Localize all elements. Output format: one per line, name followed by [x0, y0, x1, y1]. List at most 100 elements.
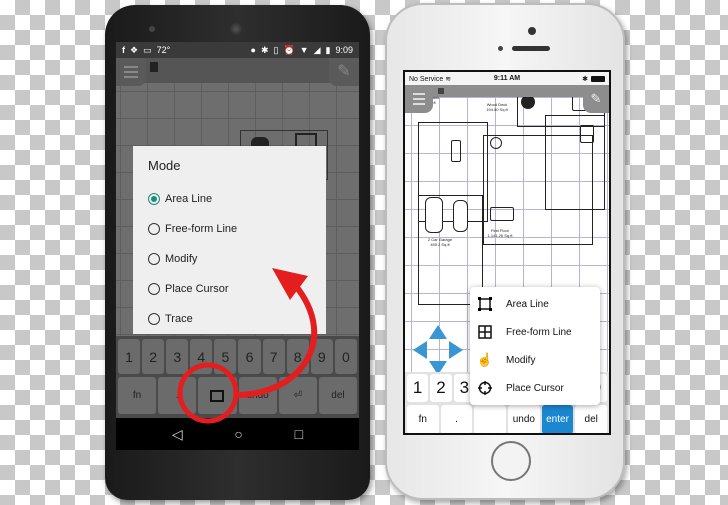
- pen-icon: ✎: [337, 63, 351, 80]
- alarm-icon: ⏰: [283, 44, 295, 55]
- area-line-icon: [477, 296, 493, 312]
- undo-key[interactable]: undo: [508, 405, 540, 433]
- fn-key[interactable]: fn: [118, 377, 157, 414]
- dropbox-icon: ❖: [130, 44, 139, 55]
- screen-icon: ▭: [143, 44, 152, 55]
- garage-label: 2 Car Garage 455.2 Sq.ft: [427, 237, 453, 247]
- nav-bar: ◁ ○ □: [116, 418, 359, 450]
- enter-key[interactable]: ⏎: [278, 377, 317, 414]
- sofa-symbol: [451, 140, 461, 162]
- option-label: Area Line: [165, 193, 213, 205]
- item-label: Modify: [506, 354, 536, 366]
- del-key[interactable]: del: [318, 377, 358, 414]
- mode-option-free-form-line[interactable]: Free-form Line: [148, 214, 311, 244]
- mode-item-place-cursor[interactable]: Place Cursor: [470, 374, 600, 402]
- menu-button[interactable]: [405, 85, 433, 113]
- key-1[interactable]: 1: [118, 339, 141, 374]
- iphone: Concrete Patio89.75 Sq.ft Wood Deck194.5…: [385, 3, 625, 500]
- key-4[interactable]: 4: [190, 339, 213, 374]
- car-symbol: [453, 200, 468, 232]
- cursor-arrows: [413, 325, 463, 375]
- mode-option-area-line[interactable]: Area Line: [148, 184, 311, 214]
- facebook-icon: f: [122, 45, 125, 55]
- radio-button[interactable]: [148, 253, 160, 265]
- undo-key[interactable]: undo: [238, 377, 277, 414]
- mode-dialog: Mode Area Line Free-form Line Modify Pla…: [133, 146, 326, 334]
- option-label: Place Cursor: [165, 283, 229, 295]
- key-6[interactable]: 6: [238, 339, 261, 374]
- radio-button[interactable]: [148, 283, 160, 295]
- iphone-screen: Concrete Patio89.75 Sq.ft Wood Deck194.5…: [403, 70, 611, 435]
- key-8[interactable]: 8: [286, 339, 309, 374]
- home-icon[interactable]: ○: [234, 426, 242, 442]
- key-9[interactable]: 9: [310, 339, 333, 374]
- fn-key[interactable]: fn: [407, 405, 439, 433]
- key-1[interactable]: 1: [407, 374, 429, 402]
- hamburger-icon: [124, 66, 138, 68]
- arrow-right-icon[interactable]: [449, 341, 463, 359]
- key-5[interactable]: 5: [214, 339, 237, 374]
- key-0[interactable]: 0: [334, 339, 357, 374]
- option-label: Trace: [165, 313, 193, 325]
- mode-option-place-cursor[interactable]: Place Cursor: [148, 274, 311, 304]
- pen-icon: ✎: [590, 91, 602, 106]
- pen-button[interactable]: ✎: [583, 85, 609, 113]
- radio-button[interactable]: [148, 223, 160, 235]
- menu-button[interactable]: [116, 58, 146, 86]
- crosshair-icon: [477, 380, 493, 396]
- camera: [149, 26, 155, 32]
- hand-pointer-icon: ☝: [476, 352, 494, 367]
- bedroom-area: [545, 115, 605, 210]
- mode-option-trace[interactable]: Trace: [148, 304, 311, 334]
- back-icon[interactable]: ◁: [172, 426, 183, 443]
- status-bar: f ❖ ▭ 72° ● ✱ ▯ ⏰ ▼ ◢ ▮ 9:09: [116, 42, 359, 58]
- location-icon: ●: [250, 45, 256, 55]
- del-key[interactable]: del: [575, 405, 608, 433]
- lock-icon[interactable]: [438, 88, 444, 94]
- mode-key[interactable]: [198, 377, 237, 414]
- home-button[interactable]: [491, 441, 531, 481]
- mode-item-area-line[interactable]: Area Line: [470, 290, 600, 318]
- radio-button[interactable]: [148, 193, 160, 205]
- arrow-left-icon[interactable]: [413, 341, 427, 359]
- wifi-icon: ▼: [299, 45, 309, 55]
- hamburger-icon: [413, 93, 425, 95]
- first-floor-label: First Floor 1,141.26 Sq.ft: [487, 228, 513, 238]
- android-screen: f ❖ ▭ 72° ● ✱ ▯ ⏰ ▼ ◢ ▮ 9:09 ✎ Mode Area…: [116, 42, 359, 450]
- mode-option-modify[interactable]: Modify: [148, 244, 311, 274]
- dot-key[interactable]: .: [440, 405, 473, 433]
- speaker: [230, 23, 242, 35]
- mode-key[interactable]: [474, 405, 507, 433]
- mode-menu: Area Line Free-form Line ☝ Modify Place …: [470, 287, 600, 405]
- option-label: Modify: [165, 253, 198, 265]
- bluetooth-icon: ✱: [260, 44, 269, 55]
- earpiece: [512, 46, 550, 51]
- battery-icon: ▮: [325, 44, 331, 55]
- sensor: [498, 46, 503, 51]
- dialog-title: Mode: [148, 158, 181, 173]
- radio-button[interactable]: [148, 313, 160, 325]
- free-form-line-icon: [477, 324, 493, 340]
- android-phone: f ❖ ▭ 72° ● ✱ ▯ ⏰ ▼ ◢ ▮ 9:09 ✎ Mode Area…: [105, 5, 370, 500]
- round-table: [490, 137, 502, 149]
- clock: 9:09: [335, 45, 353, 55]
- key-7[interactable]: 7: [262, 339, 285, 374]
- pen-button[interactable]: ✎: [329, 58, 359, 86]
- mode-item-free-form-line[interactable]: Free-form Line: [470, 318, 600, 346]
- enter-key[interactable]: enter: [541, 405, 574, 433]
- arrow-up-icon[interactable]: [429, 325, 447, 339]
- car-symbol: [425, 197, 443, 233]
- dot-key[interactable]: .: [158, 377, 197, 414]
- status-bar: No Service ≋ 9:11 AM ✱: [405, 72, 609, 85]
- bed-symbol: [580, 125, 594, 143]
- lock-icon[interactable]: [150, 62, 158, 72]
- key-2[interactable]: 2: [430, 374, 452, 402]
- signal-icon: ◢: [313, 44, 321, 55]
- item-label: Place Cursor: [506, 382, 564, 394]
- toolbar: [405, 85, 609, 97]
- recents-icon[interactable]: □: [295, 426, 303, 442]
- mode-item-modify[interactable]: ☝ Modify: [470, 346, 600, 374]
- key-2[interactable]: 2: [142, 339, 165, 374]
- key-3[interactable]: 3: [166, 339, 189, 374]
- camera: [528, 27, 536, 35]
